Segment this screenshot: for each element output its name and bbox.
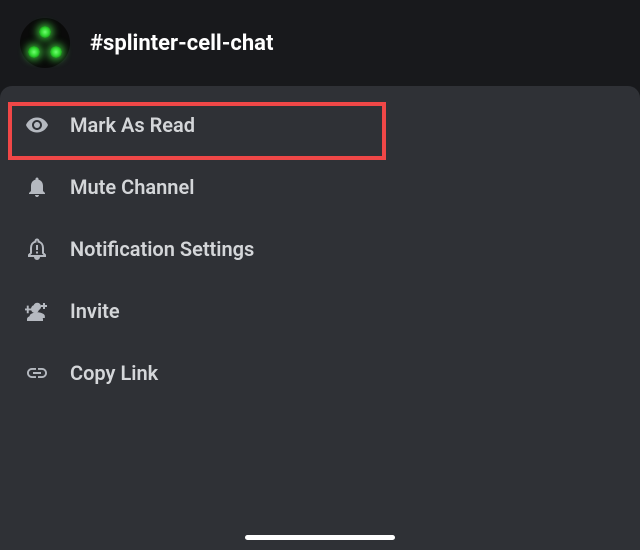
mute-channel-item[interactable]: Mute Channel (0, 156, 640, 218)
menu-item-label: Mute Channel (70, 175, 194, 199)
channel-title: #splinter-cell-chat (90, 31, 273, 56)
notification-settings-item[interactable]: Notification Settings (0, 218, 640, 280)
server-avatar (20, 18, 70, 68)
menu-item-label: Notification Settings (70, 237, 254, 261)
invite-item[interactable]: Invite (0, 280, 640, 342)
copy-link-item[interactable]: Copy Link (0, 342, 640, 404)
menu-item-label: Mark As Read (70, 113, 195, 137)
home-indicator[interactable] (245, 535, 395, 540)
channel-header: #splinter-cell-chat (0, 0, 640, 86)
eye-icon (24, 112, 50, 138)
menu-item-label: Copy Link (70, 361, 158, 385)
link-icon (24, 360, 50, 386)
bell-alert-icon (24, 236, 50, 262)
menu-item-label: Invite (70, 299, 120, 323)
person-plus-icon (24, 298, 50, 324)
mark-as-read-item[interactable]: Mark As Read (0, 94, 640, 156)
bell-icon (24, 174, 50, 200)
avatar-image (28, 28, 62, 58)
context-menu-panel: Mark As Read Mute Channel Notification S… (0, 86, 640, 550)
